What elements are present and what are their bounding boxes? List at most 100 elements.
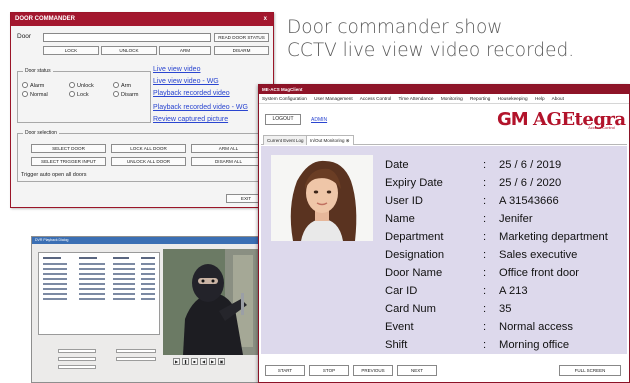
radio-alarm[interactable]: Alarm [22,82,44,89]
detail-value: Office front door [499,267,580,279]
menu-item-monitoring[interactable]: Monitoring [441,96,463,101]
playback-recorded-video-link[interactable]: Playback recorded video [153,90,230,97]
detail-row-expiry-date: Expiry Date:25 / 6 / 2020 [385,174,625,192]
next-button[interactable]: NEXT [397,365,437,376]
unlock-all-door-button[interactable]: UNLOCK ALL DOOR [111,157,186,166]
live-view-video-wg-link[interactable]: Live view video - WG [153,78,219,85]
start-time-field[interactable] [116,349,156,353]
playback-type-field[interactable] [58,349,96,353]
menu-item-user-management[interactable]: User Management [314,96,353,101]
dvr-field[interactable] [58,357,96,361]
menu-item-system-configuration[interactable]: System Configuration [262,96,307,101]
live-view-video-link[interactable]: Live view video [153,66,200,73]
list-item[interactable] [41,293,157,295]
menu-item-time-attendance[interactable]: Time Attendance [399,96,434,101]
previous-button[interactable]: PREVIOUS [353,365,393,376]
arm-all-button[interactable]: ARM ALL [191,144,266,153]
magclient-title: ME-ACS MagClient [259,85,629,94]
list-item[interactable] [41,278,157,280]
full-screen-button[interactable]: FULL SCREEN [559,365,621,376]
radio-label: Arm [121,83,132,89]
rewind-icon[interactable]: ◀ [200,358,207,365]
logout-button[interactable]: LOGOUT [265,114,301,125]
menu-bar: System Configuration User Management Acc… [259,94,629,104]
radio-arm[interactable]: Arm [113,82,131,89]
radio-circle-icon [113,82,119,88]
snapshot-icon[interactable]: ▣ [218,358,225,365]
list-item[interactable] [41,283,157,285]
radio-disarm[interactable]: Disarm [113,91,138,98]
radio-lock[interactable]: Lock [69,91,89,98]
list-item[interactable] [41,268,157,270]
stop-time-field[interactable] [116,357,156,361]
lock-button[interactable]: LOCK [43,46,99,55]
tab-close-icon[interactable]: ⊗ [346,138,350,143]
detail-key: Door Name [385,267,443,279]
headline-line-2: CCTV live view video recorded. [287,40,575,61]
radio-label: Normal [30,92,48,98]
detail-key: Name [385,213,415,225]
start-button[interactable]: START [265,365,305,376]
door-input[interactable] [43,33,211,42]
disarm-all-button[interactable]: DISARM ALL [191,157,266,166]
play-icon[interactable]: ▶ [173,358,180,365]
tab-in-out-monitoring[interactable]: In/Out Monitoring ⊗ [306,135,354,145]
radio-normal[interactable]: Normal [22,91,48,98]
menu-item-reporting[interactable]: Reporting [470,96,490,101]
close-icon[interactable]: x [264,13,267,26]
recording-list[interactable] [38,252,160,335]
burglar-video-image [163,249,259,355]
pause-icon[interactable]: ❚ [182,358,189,365]
arm-button[interactable]: ARM [159,46,211,55]
detail-row-shift: Shift: Morning office [385,336,625,354]
read-door-status-button[interactable]: READ DOOR STATUS [214,33,269,42]
select-trigger-input-button[interactable]: SELECT TRIGGER INPUT [31,157,106,166]
radio-unlock[interactable]: Unlock [69,82,94,89]
door-commander-title-bar: DOOR COMMANDER x [11,13,273,26]
review-captured-picture-link[interactable]: Review captured picture [153,116,228,123]
tab-label: In/Out Monitoring [310,138,345,143]
detail-row-department: Department: Marketing department [385,228,625,246]
detail-value: Normal access [499,321,573,333]
detail-value: 25 / 6 / 2019 [499,159,562,171]
stop-button[interactable]: STOP [309,365,349,376]
list-item[interactable] [41,273,157,275]
channel-field[interactable] [58,365,96,369]
detail-key: Car ID [385,285,418,297]
select-door-button[interactable]: SELECT DOOR [31,144,106,153]
disarm-button[interactable]: DISARM [214,46,269,55]
door-label: Door [17,33,32,40]
playback-recorded-video-wg-link[interactable]: Playback recorded video - WG [153,104,248,111]
menu-item-access-control[interactable]: Access Control [360,96,392,101]
stop-icon[interactable]: ■ [191,358,198,365]
detail-key: User ID [385,195,423,207]
magclient-footer: START STOP PREVIOUS NEXT FULL SCREEN [259,356,629,382]
list-item[interactable] [41,298,157,300]
door-status-label: Door status [23,68,53,74]
door-commander-window: DOOR COMMANDER x Door READ DOOR STATUS L… [10,12,274,208]
list-item[interactable] [41,288,157,290]
menu-item-about[interactable]: About [552,96,564,101]
door-selection-label: Door selection [23,130,59,136]
detail-value: Jenifer [499,213,533,225]
door-commander-title: DOOR COMMANDER [15,16,75,22]
radio-circle-icon [22,82,28,88]
user-details: Date:25 / 6 / 2019 Expiry Date:25 / 6 / … [385,156,625,354]
forward-icon[interactable]: ▶ [209,358,216,365]
detail-row-date: Date:25 / 6 / 2019 [385,156,625,174]
lock-all-door-button[interactable]: LOCK ALL DOOR [111,144,186,153]
detail-row-door-name: Door Name: Office front door [385,264,625,282]
detail-value: 25 / 6 / 2020 [499,177,562,189]
magclient-window: ME-ACS MagClient System Configuration Us… [258,84,630,383]
detail-value: Sales executive [499,249,578,261]
unlock-button[interactable]: UNLOCK [101,46,157,55]
radio-circle-icon [113,91,119,97]
detail-key: Designation [385,249,445,261]
menu-item-housekeeping[interactable]: Housekeeping [498,96,528,101]
user-link[interactable]: ADMIN [311,117,327,123]
playback-controls: ▶ ❚ ■ ◀ ▶ ▣ [163,358,259,367]
tab-bar: Current Event Log In/Out Monitoring ⊗ [261,134,627,145]
menu-item-help[interactable]: Help [535,96,545,101]
list-item[interactable] [41,263,157,265]
tab-current-event-log[interactable]: Current Event Log [263,135,308,145]
